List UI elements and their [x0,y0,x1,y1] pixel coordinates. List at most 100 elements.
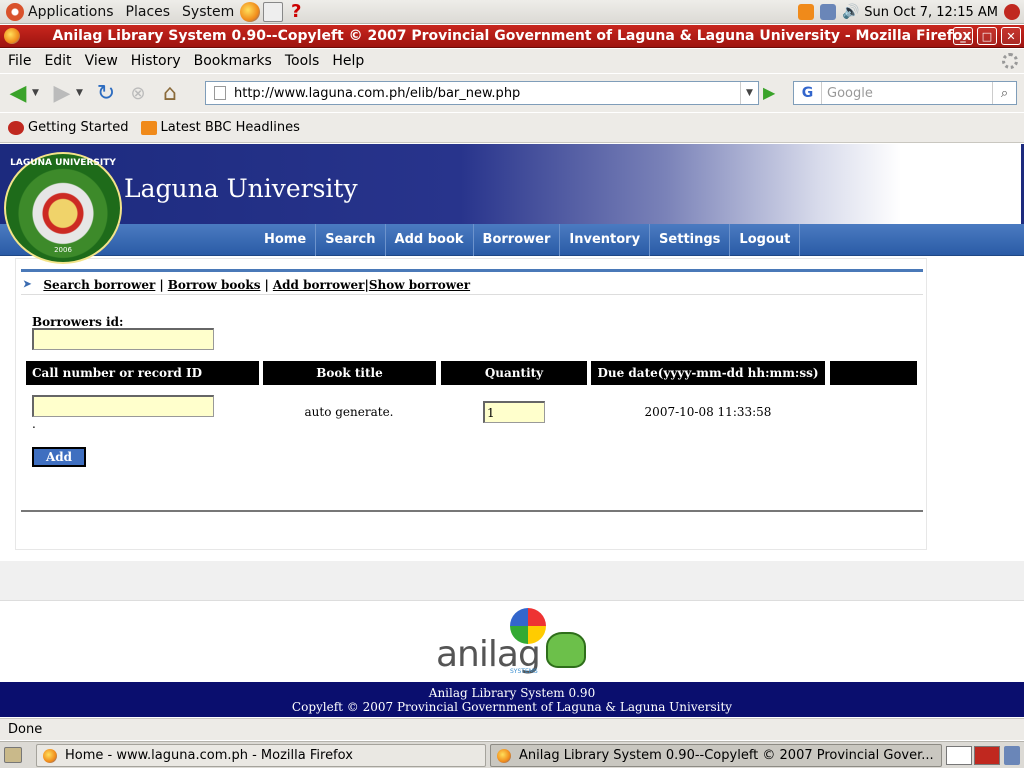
search-engine-icon[interactable]: G [794,82,822,104]
borrower-id-label: Borrowers id: [32,315,124,329]
call-number-input[interactable] [32,395,214,417]
home-icon[interactable]: ⌂ [156,79,184,107]
footer-line-1: Anilag Library System 0.90 [428,686,596,700]
bookmark-label: Latest BBC Headlines [160,120,300,135]
firefox-task-icon [43,748,57,763]
url-bar[interactable]: http://www.laguna.com.ph/elib/bar_new.ph… [205,81,759,105]
status-text: Done [8,722,43,737]
link-search-borrower[interactable]: Search borrower [43,278,155,292]
gray-divider-strip [0,561,1024,601]
stop-icon[interactable]: ⊗ [124,79,152,107]
menubar: File Edit View History Bookmarks Tools H… [0,49,1024,73]
forward-arrow-icon[interactable]: ▶ [48,79,76,107]
taskbar-item-home[interactable]: Home - www.laguna.com.ph - Mozilla Firef… [36,744,486,767]
trash-icon[interactable] [1004,746,1020,765]
site-footer: Anilag Library System 0.90 Copyleft © 20… [0,682,1024,717]
menu-file[interactable]: File [3,53,36,69]
site-title: Laguna University [124,174,358,203]
show-desktop-icon[interactable] [4,747,22,763]
bookmark-bbc-headlines[interactable]: Latest BBC Headlines [140,120,300,135]
window-titlebar[interactable]: Anilag Library System 0.90--Copyleft © 2… [0,25,1024,48]
site-banner: Laguna University [0,144,1024,224]
university-seal-logo: LAGUNA UNIVERSITY 2006 [4,152,122,264]
header-book-title: Book title [263,361,436,385]
menu-edit[interactable]: Edit [39,53,76,69]
gnome-top-panel: Applications Places System ? 🔊 Sun Oct 7… [0,0,1024,24]
anilag-logo: anilag SYSTEMS [436,606,588,676]
applications-menu[interactable]: Applications [0,0,120,24]
header-label: Book title [316,366,383,380]
back-history-dropdown-icon[interactable]: ▼ [32,88,44,98]
menu-help[interactable]: Help [327,53,369,69]
workspace-switcher[interactable] [946,746,972,765]
link-add-borrower[interactable]: Add borrower [273,278,365,292]
go-arrow-icon[interactable]: ▶ [763,83,775,102]
menu-tools[interactable]: Tools [280,53,325,69]
nav-home[interactable]: Home [255,223,317,256]
url-dropdown-icon[interactable]: ▼ [740,82,758,104]
header-quantity: Quantity [441,361,587,385]
header-blank [830,361,917,385]
system-menu[interactable]: System [176,0,240,24]
page-icon [214,86,226,100]
borrower-id-input[interactable] [32,328,214,350]
search-icon[interactable]: ⌕ [992,82,1016,104]
quantity-input[interactable]: 1 [483,401,545,423]
url-text[interactable]: http://www.laguna.com.ph/elib/bar_new.ph… [234,86,520,101]
borrower-subnav: ➤ Search borrower | Borrow books | Add b… [21,275,923,295]
nav-add-book[interactable]: Add book [386,223,474,256]
bottom-taskbar: Home - www.laguna.com.ph - Mozilla Firef… [0,741,1024,768]
menu-bookmarks[interactable]: Bookmarks [189,53,277,69]
status-bar: Done [0,718,1024,740]
places-menu[interactable]: Places [120,0,177,24]
mail-launcher-icon[interactable] [263,1,284,22]
clock[interactable]: Sun Oct 7, 12:15 AM [864,5,998,20]
bookmark-getting-started[interactable]: Getting Started [8,120,129,135]
logout-icon[interactable] [1004,4,1020,20]
update-notifier-icon[interactable] [798,4,815,20]
link-show-borrower[interactable]: Show borrower [369,278,470,292]
menu-history[interactable]: History [126,53,186,69]
add-button[interactable]: Add [32,447,86,467]
maximize-button[interactable]: □ [977,27,997,45]
search-bar[interactable]: G Google ⌕ [793,81,1017,105]
menu-view[interactable]: View [80,53,123,69]
nav-search[interactable]: Search [316,223,386,256]
volume-icon[interactable]: 🔊 [842,4,859,20]
close-button[interactable]: ✕ [1001,27,1021,45]
nav-logout[interactable]: Logout [730,223,801,256]
firefox-task-icon [497,748,511,763]
ubuntu-logo-icon [6,2,24,21]
nav-settings[interactable]: Settings [650,223,731,256]
search-input[interactable]: Google [822,86,992,101]
task-label: Home - www.laguna.com.ph - Mozilla Firef… [65,748,353,763]
firefox-window-icon[interactable] [4,28,20,44]
seal-text: LAGUNA UNIVERSITY [10,158,116,168]
window-title: Anilag Library System 0.90--Copyleft © 2… [52,28,972,44]
taskbar-item-anilag[interactable]: Anilag Library System 0.90--Copyleft © 2… [490,744,942,767]
applications-menu-label: Applications [28,3,114,20]
borrow-panel: ➤ Search borrower | Borrow books | Add b… [15,258,927,550]
bookmark-label: Getting Started [28,120,129,135]
anilag-logo-sub: SYSTEMS [510,668,538,675]
forward-history-dropdown-icon[interactable]: ▼ [76,88,88,98]
network-icon[interactable] [820,4,837,20]
back-arrow-icon[interactable]: ◀ [4,79,32,107]
firefox-launcher-icon[interactable] [240,1,261,22]
panel-bottom-rule [21,510,923,512]
link-borrow-books[interactable]: Borrow books [168,278,261,292]
help-launcher-icon[interactable]: ? [286,1,306,22]
nav-borrower[interactable]: Borrower [474,223,561,256]
mascot-icon [546,632,586,668]
book-title-value: auto generate. [304,405,394,419]
reload-icon[interactable]: ↻ [92,79,120,107]
nav-inventory[interactable]: Inventory [560,223,651,256]
header-label: Quantity [484,366,544,380]
header-label: Due date(yyyy-mm-dd hh:mm:ss) [597,366,819,380]
subnav-separator: | [264,277,269,292]
seal-year: 2006 [54,246,72,254]
task-label: Anilag Library System 0.90--Copyleft © 2… [519,748,934,763]
minimize-button[interactable]: _ [953,27,973,45]
header-call-number: Call number or record ID [26,361,259,385]
workspace-active[interactable] [974,746,1000,765]
